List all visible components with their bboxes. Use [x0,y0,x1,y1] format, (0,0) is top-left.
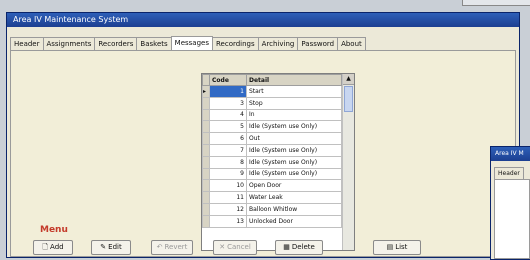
table-row[interactable]: ▸ 1 Start [202,85,342,98]
cell-code[interactable]: 13 [209,214,247,228]
cancel-button-label: Cancel [227,243,251,251]
tab-password[interactable]: Password [297,37,339,50]
secondary-window-panel [494,179,530,259]
cell-code[interactable]: 4 [209,108,247,122]
cell-code[interactable]: 5 [209,120,247,134]
tab-about[interactable]: About [337,37,366,50]
table-row[interactable]: 8 Idle (System use Only) [202,155,342,169]
edit-icon: ✎ [100,243,107,251]
row-selector[interactable] [202,108,210,122]
cell-detail[interactable]: Idle (System use Only) [246,155,342,169]
table-row[interactable]: 10 Open Door [202,179,342,193]
table-row[interactable]: 9 Idle (System use Only) [202,167,342,181]
window-title: Area IV Maintenance System [7,13,519,27]
cell-code[interactable]: 7 [209,143,247,157]
add-button[interactable]: 🗋 Add [33,240,73,255]
messages-grid[interactable]: Code Detail ▸ 1 Start 3 Stop 4 In 5 Idle (System… [201,73,355,251]
cell-detail[interactable]: Water Leak [246,191,342,204]
tab-recordings[interactable]: Recordings [211,37,259,50]
tab-header[interactable]: Header [10,37,44,50]
delete-button[interactable]: ▦ Delete [275,240,323,255]
row-selector[interactable] [202,96,210,110]
row-selector[interactable] [202,191,210,204]
list-button[interactable]: ▤ List [373,240,421,255]
menu-label: Menu [40,225,68,235]
table-row[interactable]: 4 In [202,108,342,122]
cell-detail[interactable]: Out [246,132,342,145]
tab-messages[interactable]: Messages [170,36,213,50]
grid-vertical-scrollbar[interactable]: ▲ [342,74,354,250]
list-icon: ▤ [386,243,394,251]
revert-icon: ↶ [156,243,163,251]
revert-button[interactable]: ↶ Revert [151,240,193,255]
add-icon: 🗋 [42,243,49,251]
column-header-detail[interactable]: Detail [246,74,342,86]
cell-detail[interactable]: Start [246,85,342,98]
row-selector[interactable] [202,179,210,193]
table-row[interactable]: 5 Idle (System use Only) [202,120,342,134]
secondary-window-title: Area IV M [491,147,530,161]
row-selector[interactable] [202,214,210,228]
tab-recorders[interactable]: Recorders [94,37,138,50]
tab-archiving[interactable]: Archiving [257,37,299,50]
table-row[interactable]: 6 Out [202,132,342,145]
table-row[interactable]: 11 Water Leak [202,191,342,204]
edit-button-label: Edit [108,243,122,251]
row-selector-header [202,74,210,86]
list-button-label: List [395,243,408,251]
cell-code[interactable]: 10 [209,179,247,193]
cancel-button[interactable]: ✕ Cancel [213,240,257,255]
row-selector[interactable] [202,132,210,145]
row-selector[interactable] [202,155,210,169]
table-row[interactable]: 13 Unlocked Door [202,214,342,228]
table-row[interactable]: 3 Stop [202,96,342,110]
cell-code[interactable]: 8 [209,155,247,169]
tab-assignments[interactable]: Assignments [42,37,96,50]
cell-code[interactable]: 1 [209,85,247,98]
cell-code[interactable]: 3 [209,96,247,110]
main-window: Area IV Maintenance System Header Assign… [6,12,520,258]
table-row[interactable]: 12 Balloon Whitlow [202,202,342,216]
row-selector[interactable] [202,143,210,157]
column-header-code[interactable]: Code [209,74,247,86]
delete-icon: ▦ [283,243,290,251]
cell-code[interactable]: 11 [209,191,247,204]
row-selector[interactable] [202,202,210,216]
delete-button-label: Delete [291,243,315,251]
cell-code[interactable]: 9 [209,167,247,181]
scroll-thumb[interactable] [344,86,353,112]
scroll-up-icon[interactable]: ▲ [343,74,354,85]
table-row[interactable]: 7 Idle (System use Only) [202,143,342,157]
row-selector[interactable]: ▸ [202,85,210,98]
cell-code[interactable]: 6 [209,132,247,145]
secondary-window[interactable]: Area IV M Header [490,146,530,260]
row-selector[interactable] [202,120,210,134]
cell-detail[interactable]: Open Door [246,179,342,193]
cell-detail[interactable]: Balloon Whitlow [246,202,342,216]
add-button-label: Add [50,243,64,251]
edit-button[interactable]: ✎ Edit [91,240,131,255]
messages-panel: Code Detail ▸ 1 Start 3 Stop 4 In 5 Idle (System… [10,50,516,257]
tab-strip: Header Assignments Recorders Baskets Mes… [10,36,366,50]
cell-detail[interactable]: In [246,108,342,122]
cell-code[interactable]: 12 [209,202,247,216]
cell-detail[interactable]: Idle (System use Only) [246,167,342,181]
cell-detail[interactable]: Idle (System use Only) [246,143,342,157]
cell-detail[interactable]: Idle (System use Only) [246,120,342,134]
cancel-icon: ✕ [219,243,226,251]
row-selector[interactable] [202,167,210,181]
revert-button-label: Revert [164,243,188,251]
tab-baskets[interactable]: Baskets [136,37,172,50]
cell-detail[interactable]: Stop [246,96,342,110]
cell-detail[interactable]: Unlocked Door [246,214,342,228]
background-window-edge [462,0,530,6]
